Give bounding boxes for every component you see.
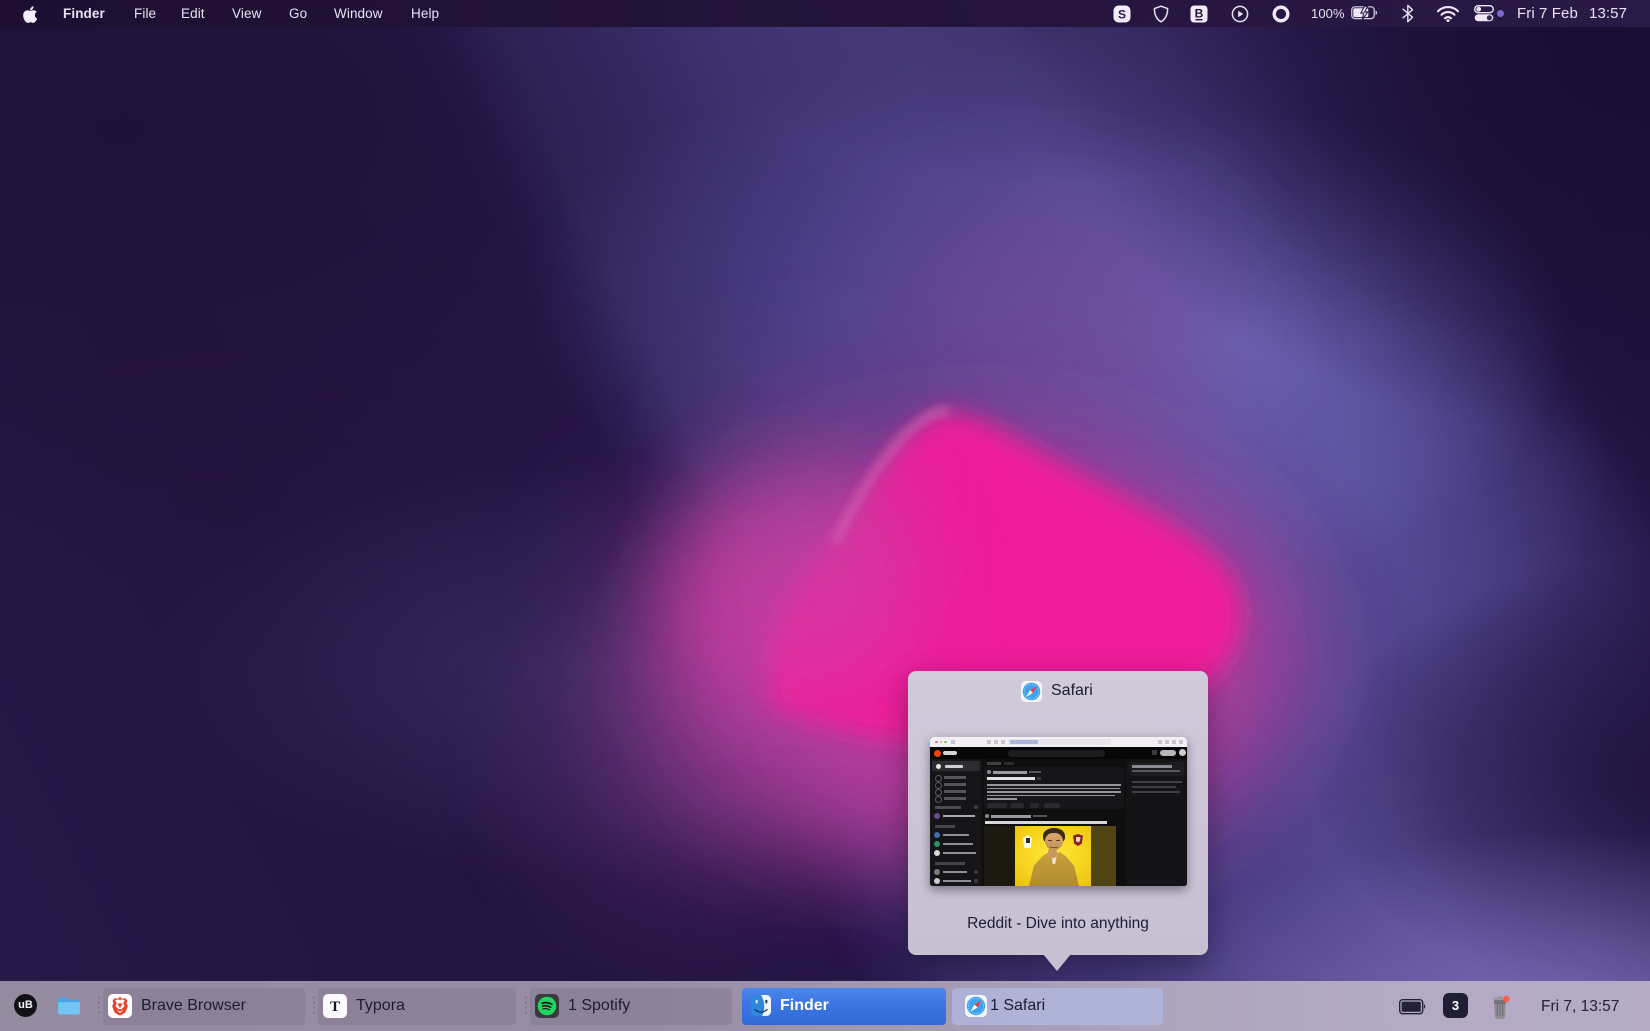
svg-text:B: B <box>1195 6 1204 20</box>
svg-text:S: S <box>1118 7 1126 21</box>
svg-text:T: T <box>330 999 340 1015</box>
